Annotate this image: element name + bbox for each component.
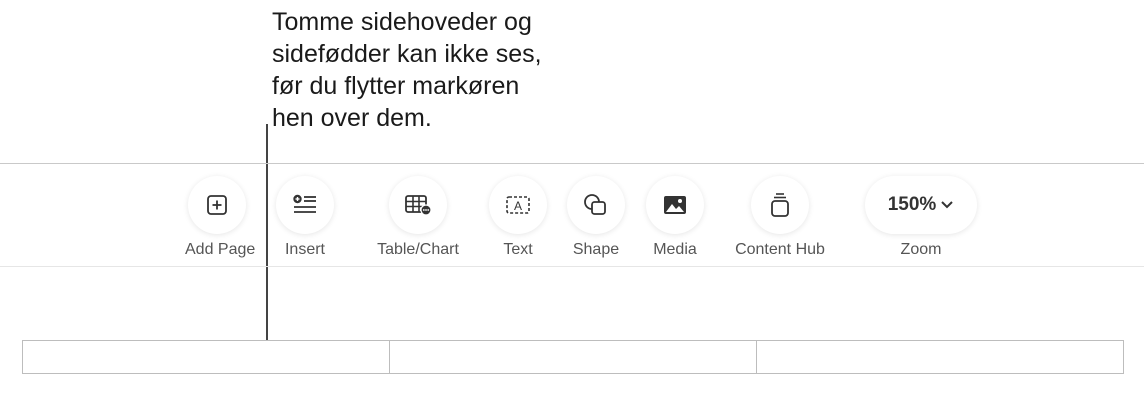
add-page-icon-button[interactable] — [188, 176, 246, 234]
shape-icon-button[interactable] — [567, 176, 625, 234]
text-icon-button[interactable]: A — [489, 176, 547, 234]
shape-button[interactable]: Shape — [566, 176, 626, 259]
text-button[interactable]: A Text — [488, 176, 548, 259]
zoom-control[interactable]: 150% Zoom — [865, 176, 977, 259]
pages-window-crop: Tomme sidehoveder og sidefødder kan ikke… — [0, 0, 1144, 402]
insert-button[interactable]: Insert — [275, 176, 335, 259]
shape-label: Shape — [572, 241, 620, 258]
table-chart-button[interactable]: Table/Chart — [371, 176, 465, 259]
zoom-label: Zoom — [900, 241, 942, 258]
table-icon — [405, 195, 432, 216]
toolbar-bottom-divider — [0, 266, 1144, 267]
plus-square-icon — [207, 195, 227, 215]
add-page-label: Add Page — [185, 241, 256, 258]
callout-text: Tomme sidehoveder og sidefødder kan ikke… — [272, 8, 542, 132]
media-label: Media — [653, 241, 697, 258]
text-box-icon: A — [506, 196, 530, 214]
insert-label: Insert — [284, 241, 325, 258]
content-hub-icon-button[interactable] — [751, 176, 809, 234]
shape-icon — [584, 194, 606, 215]
zoom-dropdown[interactable]: 150% — [865, 176, 977, 234]
table-chart-icon-button[interactable] — [389, 176, 447, 234]
header-footer-center-cell[interactable] — [390, 341, 757, 373]
insert-list-icon — [293, 194, 316, 213]
toolbar-top-divider — [0, 163, 1144, 164]
callout-line — [266, 124, 268, 340]
text-label: Text — [503, 241, 533, 258]
table-chart-label: Table/Chart — [377, 241, 459, 258]
zoom-value: 150% — [887, 194, 937, 215]
svg-text:A: A — [514, 199, 522, 213]
content-hub-button[interactable]: Content Hub — [728, 176, 832, 259]
media-icon-button[interactable] — [646, 176, 704, 234]
insert-icon-button[interactable] — [276, 176, 334, 234]
content-hub-label: Content Hub — [735, 241, 825, 258]
chevron-down-icon — [941, 201, 954, 209]
content-hub-icon — [771, 193, 789, 217]
media-button[interactable]: Media — [645, 176, 705, 259]
header-footer-right-cell[interactable] — [757, 341, 1123, 373]
add-page-button[interactable]: Add Page — [185, 176, 256, 259]
header-footer-strip — [22, 340, 1124, 374]
photo-icon — [664, 196, 686, 214]
header-footer-left-cell[interactable] — [23, 341, 390, 373]
